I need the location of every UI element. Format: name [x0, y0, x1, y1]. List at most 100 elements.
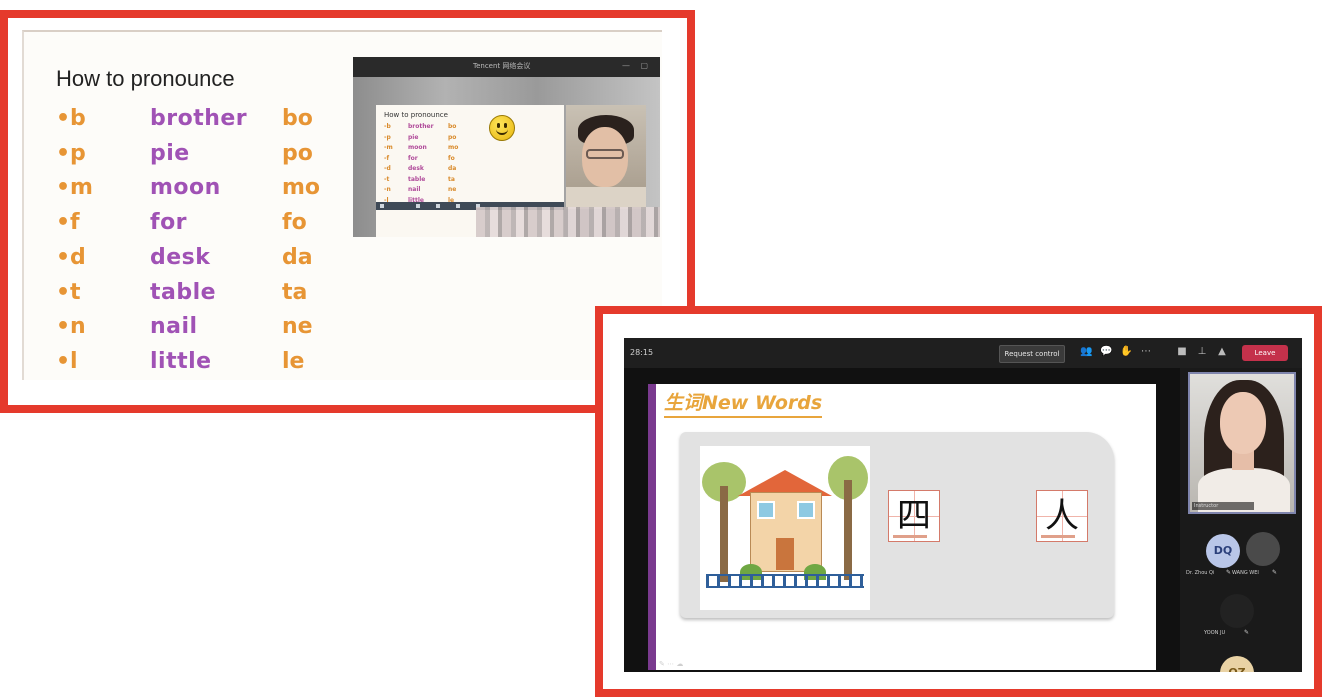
slide-accent-bar — [648, 384, 656, 670]
embedded-bullet: -t — [384, 175, 390, 183]
window-title: Tencent 网络会议 — [473, 62, 531, 70]
pronunciation-row: •n nail ne — [56, 314, 356, 348]
embedded-row: -n nail ne — [384, 186, 474, 195]
syllable: ne — [282, 314, 313, 340]
vocabulary-card: 四 人 — [680, 432, 1114, 618]
window-titlebar: Tencent 网络会议 — ▢ — [353, 57, 660, 77]
embedded-row: -t table ta — [384, 176, 474, 185]
example-word: brother — [150, 106, 248, 131]
embedded-syllable: po — [448, 133, 457, 141]
more-icon[interactable]: ⋯ — [1140, 346, 1152, 358]
embedded-bullet: -m — [384, 144, 393, 151]
participant-avatar[interactable]: DQ — [1206, 534, 1240, 568]
embedded-syllable: fo — [448, 154, 455, 162]
pronunciation-row: •d desk da — [56, 245, 356, 279]
mic-muted-icon: ✎ — [1244, 629, 1250, 636]
embedded-slide-title: How to pronounce — [384, 111, 448, 119]
example-word: table — [150, 279, 217, 305]
syllable: ta — [282, 279, 308, 305]
example-word: little — [150, 348, 212, 374]
participant-name: WANG WEI — [1232, 570, 1259, 576]
character-si: 四 — [897, 496, 931, 536]
embedded-bullet: -n — [384, 186, 391, 193]
pronunciation-row: •l little le — [56, 349, 356, 383]
people-icon[interactable]: 👥 — [1080, 346, 1092, 358]
letter-bullet: •f — [56, 210, 80, 236]
embedded-bullet: -d — [384, 165, 391, 172]
meeting-window: 28:15 Request control 👥 💬 ✋ ⋯ ■ ⊥ ▲ Leav… — [624, 338, 1302, 672]
letter-bullet: •l — [56, 348, 78, 374]
embedded-word: for — [408, 154, 418, 162]
mic-muted-icon: ✎ — [1226, 569, 1232, 576]
teacher-video — [566, 105, 646, 209]
slide-title: How to pronounce — [56, 66, 235, 91]
smiley-icon — [489, 115, 515, 141]
syllable: da — [282, 244, 313, 270]
student-video: Instructor — [1188, 372, 1296, 514]
maximize-button[interactable]: ▢ — [640, 61, 648, 70]
letter-bullet: •n — [56, 314, 86, 340]
embedded-row: -d desk da — [384, 165, 474, 174]
syllable: mo — [282, 175, 321, 201]
embedded-row: -m moon mo — [384, 144, 474, 153]
example-word: moon — [150, 175, 221, 201]
embedded-word: moon — [408, 144, 427, 151]
meeting-toolbar: 28:15 Request control 👥 💬 ✋ ⋯ ■ ⊥ ▲ Leav… — [624, 338, 1302, 368]
mic-icon[interactable]: ⊥ — [1196, 346, 1208, 358]
example-word: for — [150, 210, 188, 236]
participant-name: YOON JU — [1204, 630, 1226, 636]
new-words-title: 生词New Words — [664, 388, 823, 418]
request-control-button[interactable]: Request control — [999, 345, 1065, 363]
character-card-ren: 人 — [1036, 490, 1088, 542]
minimize-button[interactable]: — — [622, 61, 630, 70]
letter-bullet: •p — [56, 140, 86, 166]
chat-icon[interactable]: 💬 — [1100, 346, 1112, 358]
character-ren: 人 — [1045, 496, 1079, 536]
embedded-syllable: ta — [448, 175, 455, 183]
pronunciation-row: •p pie po — [56, 141, 356, 175]
pronunciation-row: •m moon mo — [56, 175, 356, 209]
letter-bullet: •t — [56, 279, 81, 305]
embedded-word: pie — [408, 133, 419, 141]
example-word: desk — [150, 244, 211, 270]
syllable: po — [282, 140, 313, 166]
embedded-row: -f for fo — [384, 155, 474, 164]
syllable: bo — [282, 106, 313, 131]
participant-avatar[interactable] — [1246, 532, 1280, 566]
participants-panel: Instructor DQ Dr. Zhou Qi ✎ WANG WEI ✎ YOON J… — [1180, 368, 1302, 672]
thumbnail-strip — [476, 207, 660, 237]
embedded-bullet: -b — [384, 123, 391, 130]
share-icon[interactable]: ▲ — [1216, 346, 1228, 358]
embedded-row: -b brother bo — [384, 123, 474, 132]
raise-hand-icon[interactable]: ✋ — [1120, 346, 1132, 358]
character-card-si: 四 — [888, 490, 940, 542]
camera-icon[interactable]: ■ — [1176, 346, 1188, 358]
embedded-syllable: ne — [448, 186, 457, 193]
pronunciation-row: •t table ta — [56, 280, 356, 314]
embedded-syllable: mo — [448, 144, 459, 151]
letter-bullet: •b — [56, 106, 86, 131]
embedded-bullet: -f — [384, 154, 390, 162]
participant-avatar[interactable] — [1220, 594, 1254, 628]
letter-bullet: •m — [56, 175, 93, 201]
embedded-syllable: bo — [448, 123, 457, 130]
embedded-bullet: -p — [384, 133, 391, 141]
pronunciation-row: •b brother bo — [56, 106, 356, 140]
embedded-word: desk — [408, 165, 424, 172]
embedded-word: nail — [408, 186, 421, 193]
leave-button[interactable]: Leave — [1242, 345, 1288, 361]
example-word: pie — [150, 140, 190, 166]
new-words-slide: 生词New Words 四 人 — [648, 384, 1156, 670]
video-name-label: Instructor — [1192, 502, 1254, 510]
participant-name: Dr. Zhou Qi — [1186, 570, 1215, 576]
embedded-word: brother — [408, 123, 434, 130]
participant-avatar[interactable]: QZ — [1220, 656, 1254, 672]
annotation-tools[interactable]: ✎ ⋯ ☁ — [659, 660, 683, 668]
letter-bullet: •d — [56, 244, 86, 270]
embedded-syllable: da — [448, 165, 457, 172]
embedded-row: -p pie po — [384, 134, 474, 143]
house-illustration — [700, 446, 870, 610]
pronunciation-row: •f for fo — [56, 210, 356, 244]
mic-muted-icon: ✎ — [1272, 569, 1278, 576]
example-word: nail — [150, 314, 198, 340]
